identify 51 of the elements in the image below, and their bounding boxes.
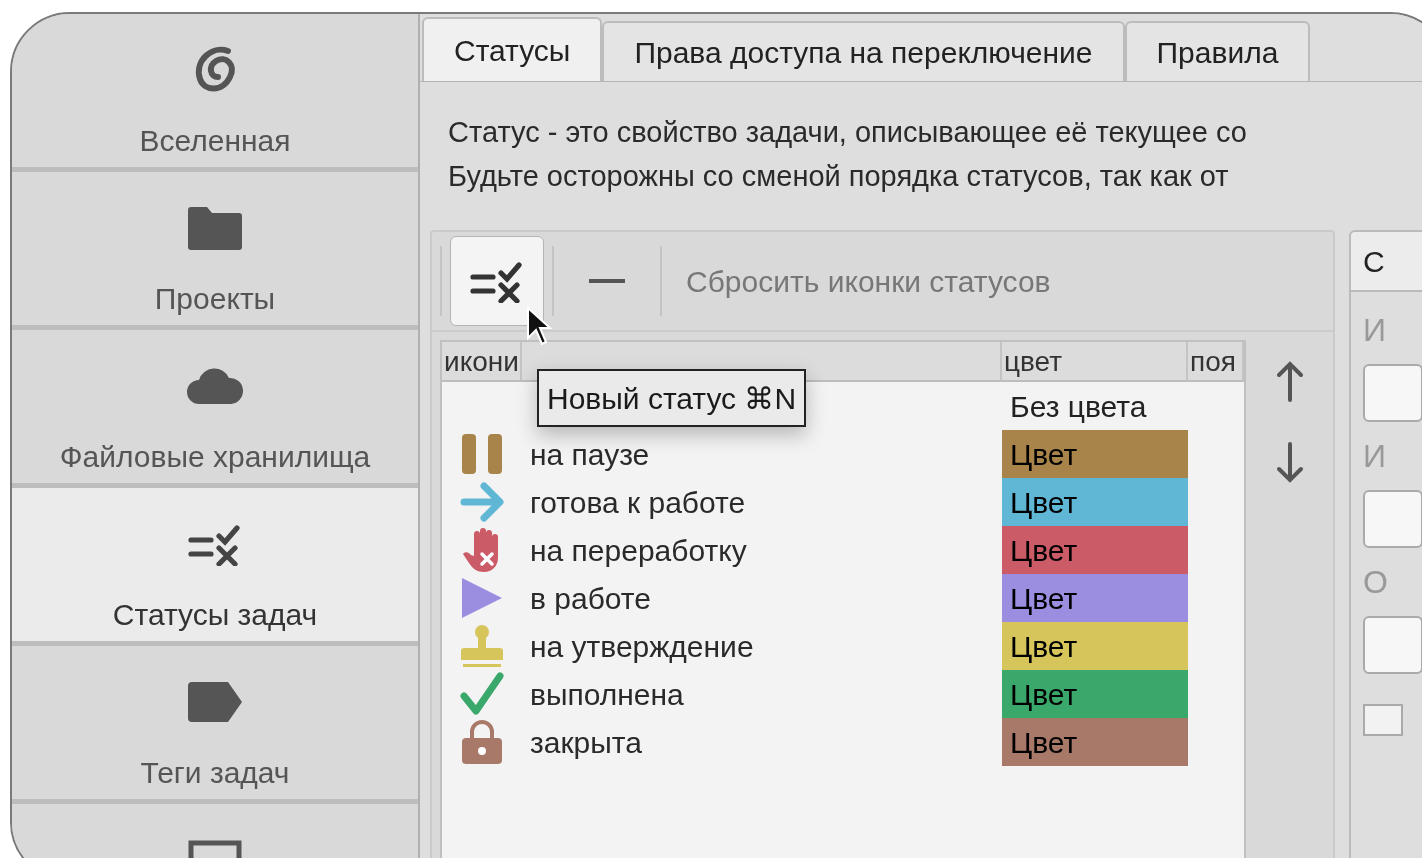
color-swatch[interactable]: Цвет (1002, 526, 1188, 574)
folder-icon (188, 206, 242, 250)
column-header[interactable]: икони (442, 346, 519, 377)
pause-icon (460, 432, 504, 476)
column-header[interactable]: поя (1188, 346, 1236, 377)
field-label: О (1363, 563, 1389, 602)
sidebar-item[interactable]: Теги задач (12, 646, 418, 799)
status-name: закрыта (530, 725, 642, 759)
play-icon (460, 576, 504, 620)
sidebar-item[interactable]: Проекты (12, 172, 418, 325)
description-text: Будьте осторожны со сменой порядка статусов, так как от (448, 159, 1230, 194)
status-name: в работе (530, 581, 651, 615)
description-text: Статус - это свойство задачи, описывающее её текущее со (448, 115, 1248, 150)
move-up-arrow-icon[interactable] (1274, 360, 1305, 402)
no-color-label: Без цвета (1009, 388, 1147, 425)
sidebar-item[interactable]: Файловые хранилища (12, 330, 418, 483)
field-label: И (1363, 437, 1387, 476)
new-status-button[interactable] (450, 236, 544, 326)
status-name: выполнена (530, 677, 684, 711)
status-name: на утверждение (530, 629, 754, 663)
tooltip: Новый статус ⌘N (537, 369, 807, 427)
color-swatch[interactable]: Цвет (1002, 478, 1188, 526)
arrow-right-icon (460, 480, 504, 524)
color-swatch[interactable]: Цвет (1002, 430, 1188, 478)
status-name: на переработку (530, 533, 747, 567)
lock-icon (460, 720, 504, 764)
status-list-icon (187, 522, 243, 566)
tag-icon (188, 682, 242, 722)
color-swatch[interactable]: Цвет (1002, 670, 1188, 718)
sidebar-item[interactable]: Статусы задач (12, 488, 418, 641)
status-name: готова к работе (530, 485, 746, 519)
status-name: на паузе (530, 437, 650, 471)
check-icon (460, 672, 504, 716)
tab[interactable]: Права доступа на переключение (602, 21, 1125, 81)
input-field[interactable] (1363, 364, 1422, 422)
field-label: И (1363, 311, 1387, 350)
status-list-icon (469, 259, 525, 303)
cloud-icon (187, 368, 243, 404)
tab[interactable]: Статусы (422, 17, 603, 81)
column-header[interactable]: цвет (1002, 346, 1063, 377)
move-down-arrow-icon[interactable] (1274, 442, 1305, 484)
input-field[interactable] (1363, 616, 1422, 674)
input-field[interactable] (1363, 490, 1422, 548)
color-swatch[interactable]: Цвет (1002, 622, 1188, 670)
minus-icon (589, 278, 625, 284)
checkbox[interactable] (1363, 704, 1403, 736)
color-swatch[interactable]: Цвет (1002, 574, 1188, 622)
stamp-icon (460, 624, 504, 668)
color-swatch[interactable]: Цвет (1002, 718, 1188, 766)
sidebar-item[interactable]: Вселенная (12, 14, 418, 167)
tab[interactable]: Правила (1124, 21, 1311, 81)
